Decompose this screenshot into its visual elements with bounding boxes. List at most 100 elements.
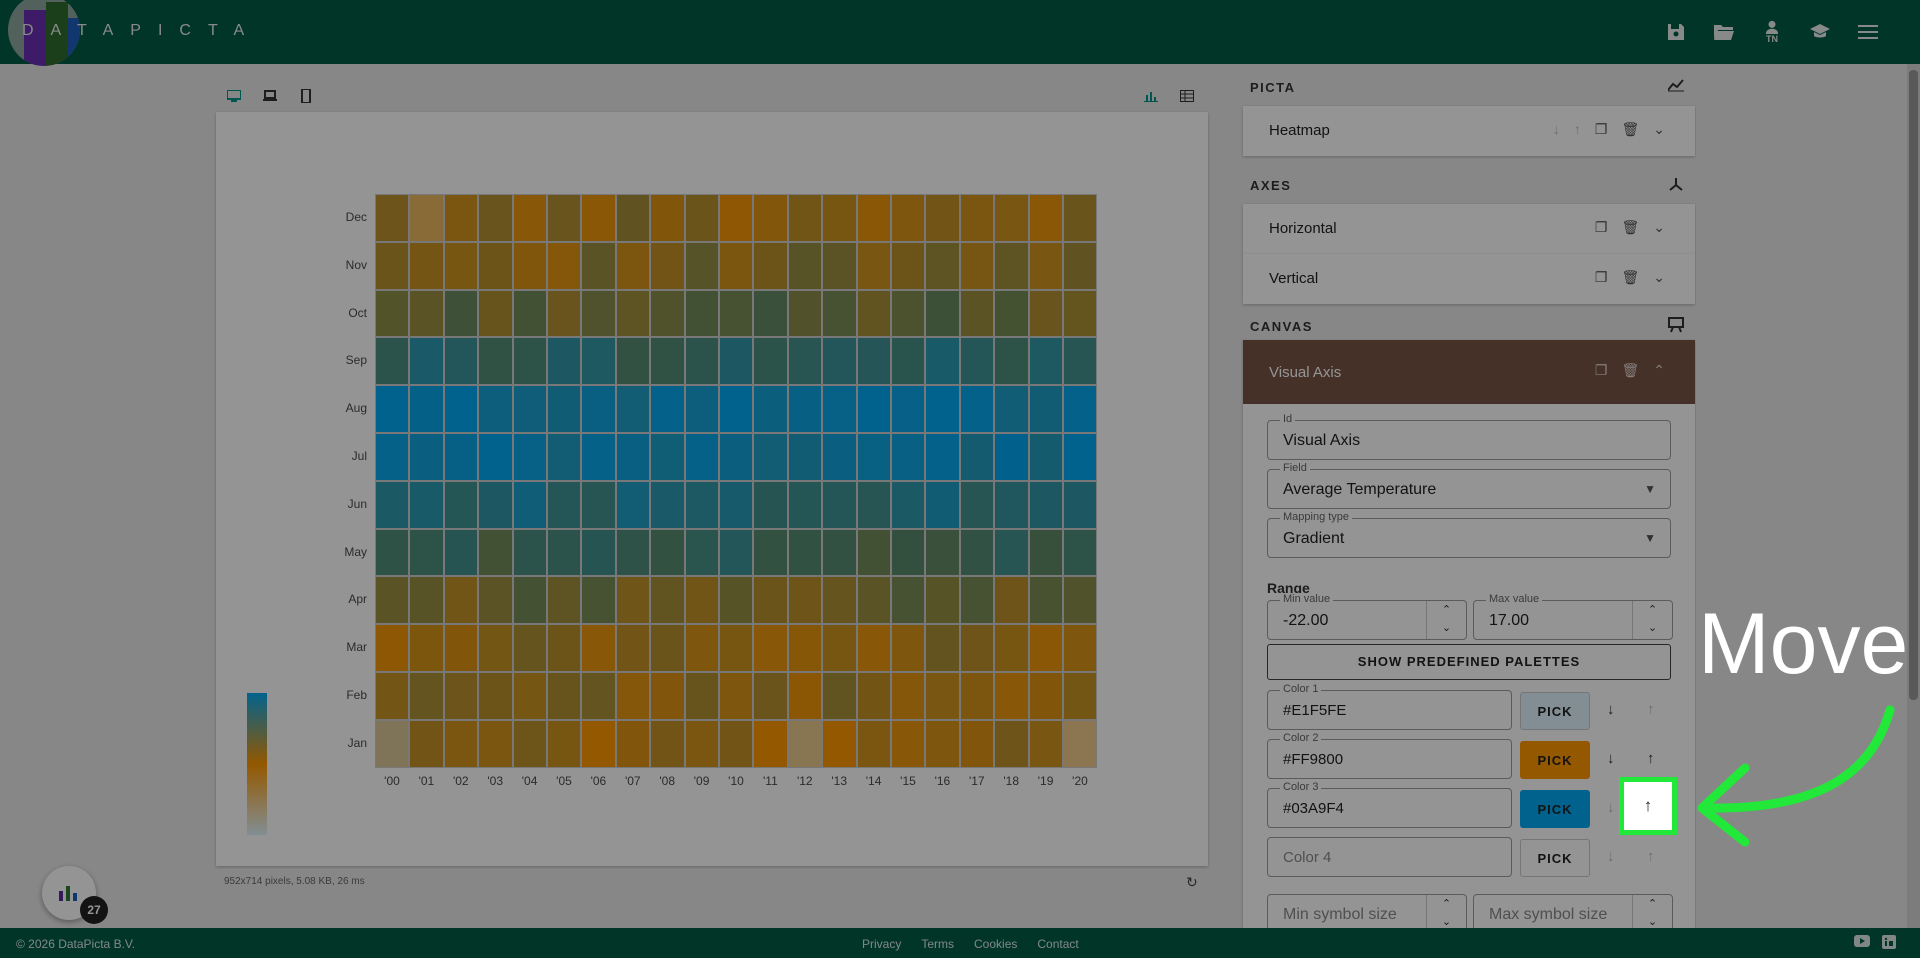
color-2-input[interactable]: Color 2 #FF9800 (1267, 732, 1512, 779)
move-down-icon[interactable]: ↓ (1607, 750, 1615, 767)
heatmap-cell (994, 576, 1029, 625)
heatmap-cell (891, 576, 926, 625)
heatmap-cell (719, 528, 754, 577)
field-select[interactable]: Field Average Temperature ▼ (1267, 462, 1671, 509)
heatmap-cell (753, 576, 788, 625)
heatmap-cell (547, 719, 582, 768)
menu-icon[interactable] (1856, 20, 1880, 44)
year-label: '17 (968, 773, 985, 788)
month-label: Jun (347, 496, 367, 511)
terms-link[interactable]: Terms (921, 937, 954, 951)
delete-icon[interactable]: 🗑 (1621, 219, 1639, 236)
heatmap-cell (719, 194, 754, 242)
pick-color-4-button[interactable]: PICK (1520, 839, 1590, 877)
folder-open-icon[interactable] (1712, 20, 1736, 44)
chevron-down-icon[interactable]: ⌄ (1653, 269, 1665, 286)
heatmap-cell (547, 433, 582, 481)
heatmap-cell (891, 433, 926, 481)
stepper-icon[interactable]: ⌃ ⌄ (1632, 895, 1672, 930)
heatmap-cell (994, 433, 1029, 481)
mapping-type-select[interactable]: Mapping type Gradient ▼ (1267, 511, 1671, 558)
delete-icon[interactable]: 🗑 (1621, 362, 1639, 379)
table-view-icon[interactable] (1179, 88, 1195, 104)
user-icon[interactable]: TN (1760, 20, 1784, 44)
heatmap-cell (1028, 480, 1063, 529)
accordion-heatmap[interactable]: Heatmap ↓ ↑ ❐ 🗑 ⌄ (1243, 106, 1695, 156)
color-3-input[interactable]: Color 3 #03A9F4 (1267, 781, 1512, 828)
refresh-icon[interactable]: ↻ (1186, 874, 1198, 891)
chevron-down-icon[interactable]: ⌄ (1653, 219, 1665, 236)
id-field[interactable]: Id Visual Axis (1267, 413, 1671, 460)
move-down-icon[interactable]: ↓ (1607, 799, 1615, 816)
linkedin-icon[interactable] (1882, 935, 1896, 952)
laptop-view-icon[interactable] (262, 88, 278, 104)
accordion-horizontal[interactable]: Horizontal ❐ 🗑 ⌄ (1243, 204, 1695, 254)
heatmap-cell (443, 576, 479, 625)
move-down-icon[interactable]: ↓ (1607, 848, 1615, 865)
app-logo[interactable]: DATAPICTA (8, 0, 244, 66)
youtube-icon[interactable] (1854, 935, 1870, 952)
color-4-input[interactable]: Color 4 (1267, 837, 1512, 877)
field-label: Color 1 (1280, 683, 1322, 695)
move-up-icon[interactable]: ↑ (1574, 121, 1581, 138)
heatmap-cell (1063, 241, 1098, 290)
heatmap-cell (753, 337, 788, 386)
max-value-input[interactable]: Max value 17.00 ⌃ ⌄ (1473, 593, 1673, 640)
cookies-link[interactable]: Cookies (974, 937, 1017, 951)
school-icon[interactable] (1808, 20, 1832, 44)
heatmap-cell (925, 433, 960, 481)
duplicate-icon[interactable]: ❐ (1595, 121, 1608, 138)
month-label: Oct (348, 305, 367, 320)
copyright: © 2026 DataPicta B.V. (16, 937, 136, 951)
delete-icon[interactable]: 🗑 (1621, 121, 1639, 138)
heatmap-cell (925, 241, 960, 290)
desktop-view-icon[interactable] (226, 88, 242, 104)
accordion-vertical[interactable]: Vertical ❐ 🗑 ⌄ (1243, 254, 1695, 304)
stepper-icon[interactable]: ⌃ ⌄ (1632, 601, 1672, 639)
heatmap-cell (650, 194, 685, 242)
color-1-input[interactable]: Color 1 #E1F5FE (1267, 683, 1512, 730)
min-value-input[interactable]: Min value -22.00 ⌃ ⌄ (1267, 593, 1467, 640)
accordion-visual-axis[interactable]: Visual Axis ❐ 🗑 ⌃ (1243, 340, 1695, 404)
delete-icon[interactable]: 🗑 (1621, 269, 1639, 286)
heatmap-cell (512, 528, 547, 577)
heatmap-cell (891, 241, 926, 290)
move-down-icon[interactable]: ↓ (1553, 121, 1560, 138)
field-value: Gradient (1283, 530, 1345, 547)
move-up-icon[interactable]: ↑ (1647, 701, 1655, 718)
privacy-link[interactable]: Privacy (862, 937, 901, 951)
heatmap-cell (615, 337, 651, 386)
move-up-highlighted-button[interactable]: ↑ (1619, 777, 1677, 835)
heatmap-cell (512, 672, 547, 720)
chevron-down-icon[interactable]: ⌄ (1653, 121, 1665, 138)
chevron-up-icon[interactable]: ⌃ (1653, 362, 1665, 379)
heatmap-cell (822, 433, 857, 481)
heatmap-cell (547, 576, 582, 625)
month-label: Jan (347, 735, 367, 750)
move-down-icon[interactable]: ↓ (1607, 701, 1615, 718)
chart-view-icon[interactable] (1143, 88, 1159, 104)
duplicate-icon[interactable]: ❐ (1595, 362, 1608, 379)
heatmap-cell (1028, 433, 1063, 481)
move-up-icon[interactable]: ↑ (1647, 750, 1655, 767)
mobile-view-icon[interactable] (298, 88, 314, 104)
color-row-4: Color 4 PICK ↓ ↑ (1267, 837, 1687, 877)
heatmap-cell (925, 385, 960, 433)
max-symbol-size-input[interactable]: Max symbol size ⌃ ⌄ (1473, 894, 1673, 930)
easel-icon (1668, 317, 1684, 338)
stepper-icon[interactable]: ⌃ ⌄ (1426, 601, 1466, 639)
save-icon[interactable] (1664, 20, 1688, 44)
duplicate-icon[interactable]: ❐ (1595, 219, 1608, 236)
pick-color-2-button[interactable]: PICK (1520, 741, 1590, 779)
move-up-icon[interactable]: ↑ (1647, 848, 1655, 865)
heatmap-cell (1063, 289, 1098, 338)
min-symbol-size-input[interactable]: Min symbol size ⌃ ⌄ (1267, 894, 1467, 930)
show-palettes-button[interactable]: SHOW PREDEFINED PALETTES (1267, 644, 1671, 680)
duplicate-icon[interactable]: ❐ (1595, 269, 1608, 286)
stepper-icon[interactable]: ⌃ ⌄ (1426, 895, 1466, 930)
pick-color-1-button[interactable]: PICK (1520, 692, 1590, 730)
scrollbar-thumb[interactable] (1909, 70, 1918, 700)
pick-color-3-button[interactable]: PICK (1520, 790, 1590, 828)
year-label: '12 (796, 773, 813, 788)
contact-link[interactable]: Contact (1037, 937, 1078, 951)
